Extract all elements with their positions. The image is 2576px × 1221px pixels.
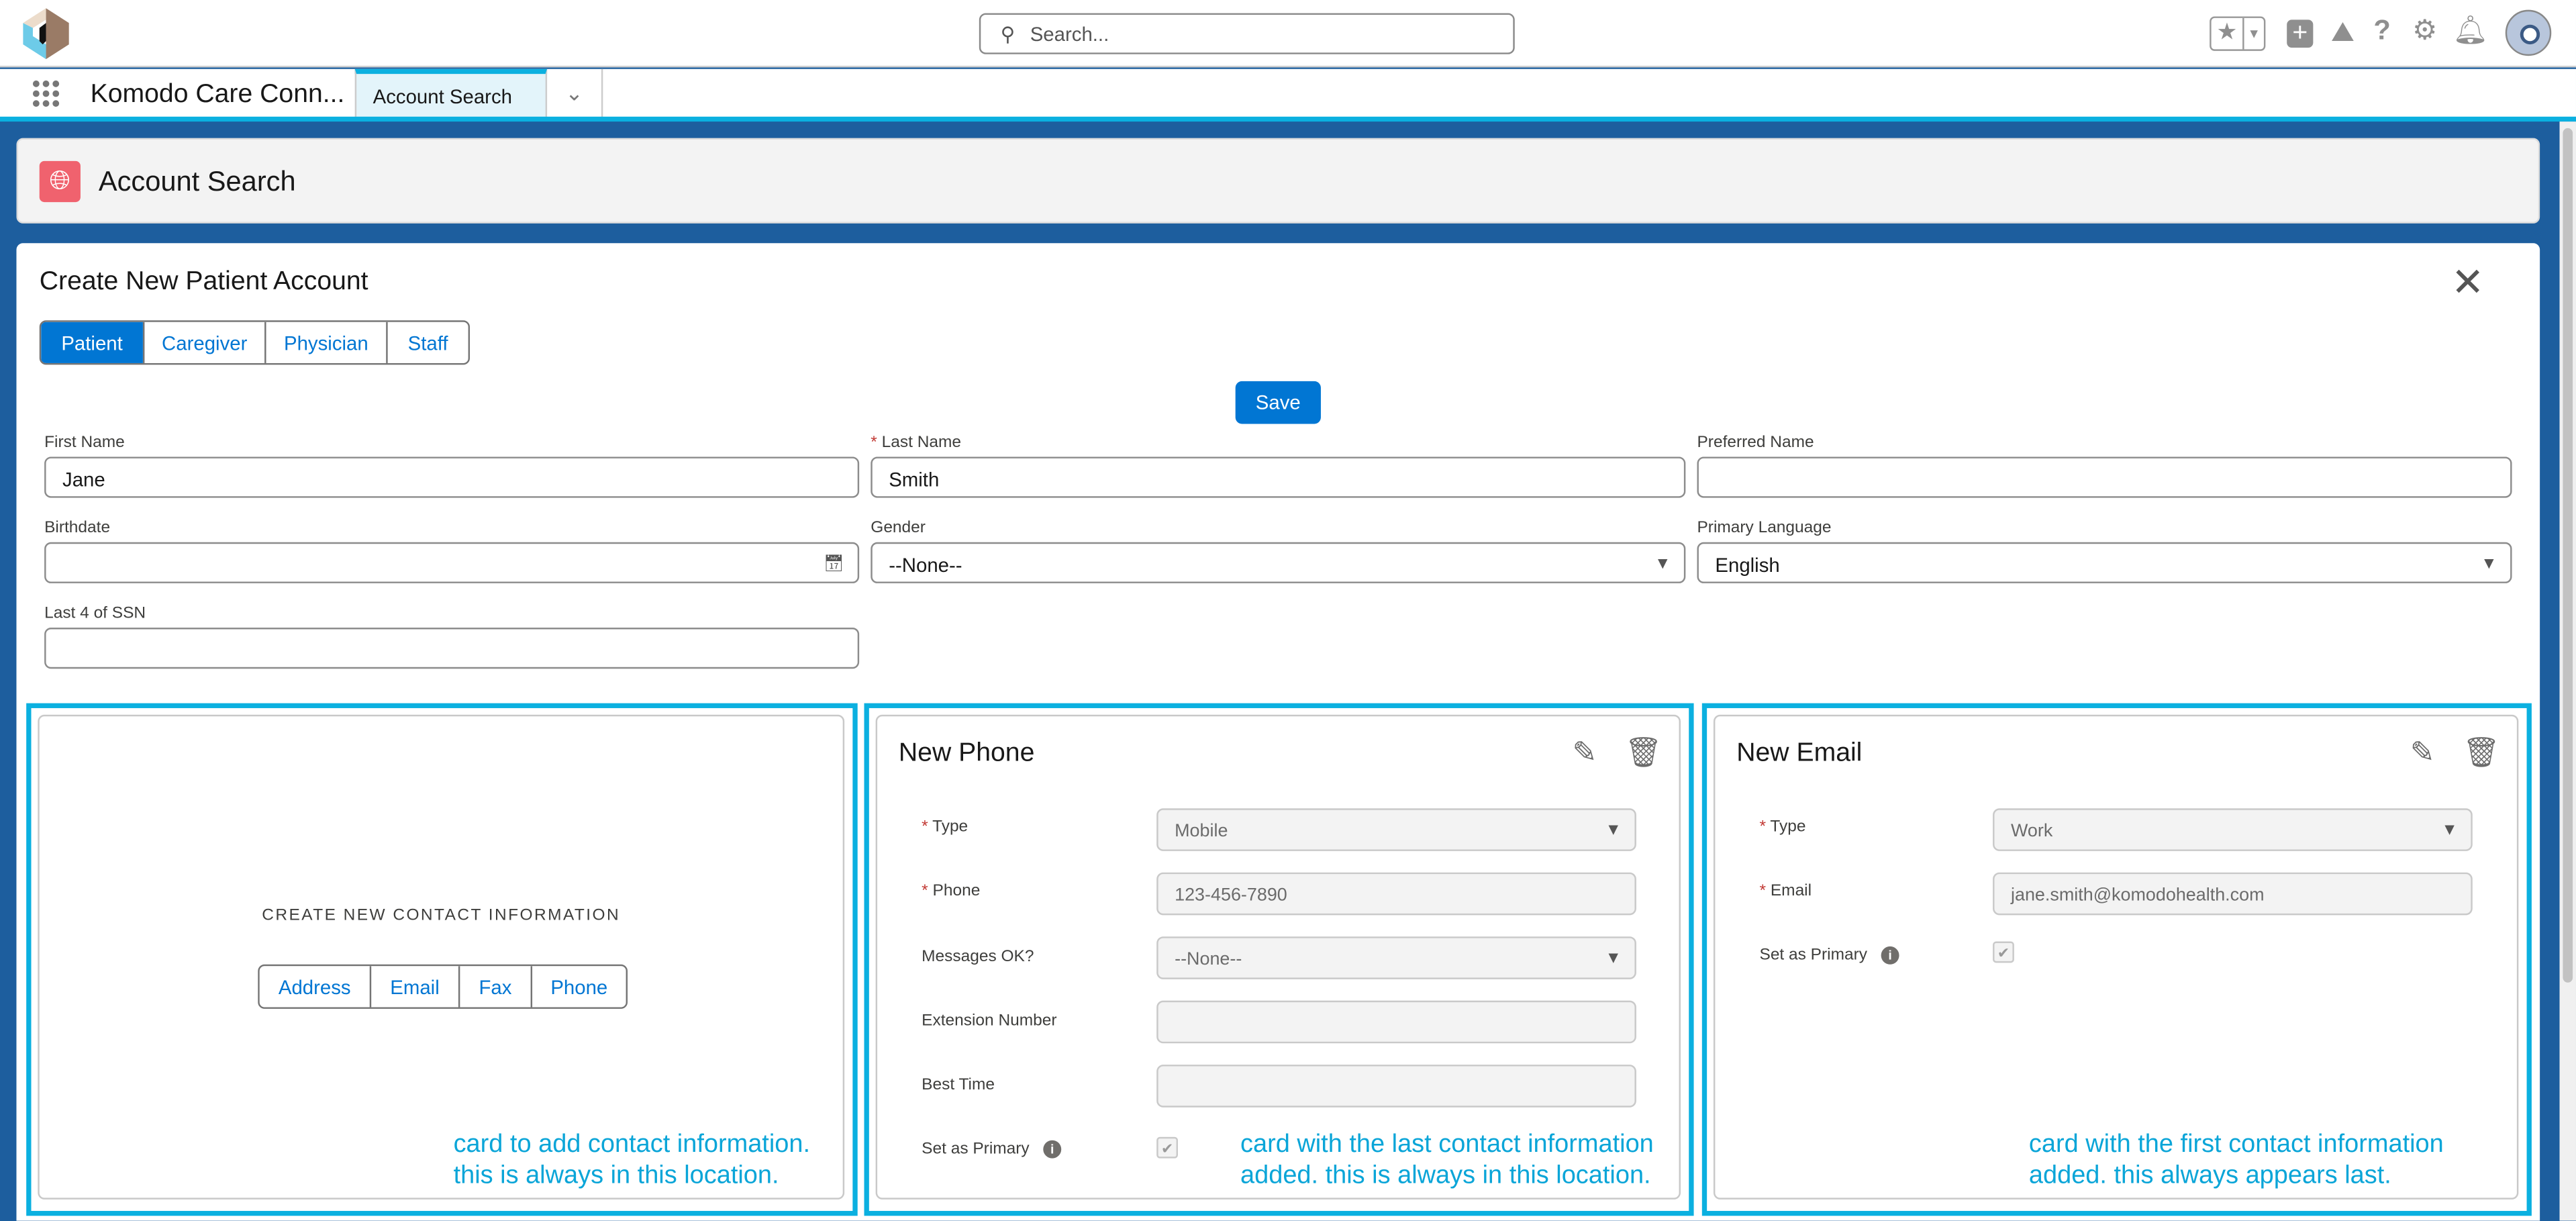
page-header: [16, 138, 2540, 224]
add-phone-button[interactable]: Phone: [530, 966, 626, 1008]
caret-down-icon: ▼: [2247, 26, 2261, 42]
star-icon: ★: [2212, 17, 2244, 50]
email-label: * Email: [1759, 882, 1812, 901]
global-search-input[interactable]: ⚲ Search...: [979, 13, 1515, 54]
trailhead-icon[interactable]: ⛰: [2328, 16, 2357, 49]
form-title: Create New Patient Account: [39, 267, 368, 296]
record-type-patient[interactable]: Patient: [41, 322, 143, 363]
email-primary-checkbox[interactable]: ✔: [1993, 941, 2014, 963]
delete-trash-icon[interactable]: 🗑︎: [2463, 736, 2500, 771]
help-icon[interactable]: ?: [2371, 15, 2393, 48]
create-contact-heading: CREATE NEW CONTACT INFORMATION: [262, 907, 621, 926]
favorites-button[interactable]: ★ ▼: [2210, 16, 2266, 51]
delete-trash-icon[interactable]: 🗑︎: [1625, 736, 1663, 771]
phone-primary-label: Set as Primary: [922, 1140, 1030, 1159]
preferred-name-label: Preferred Name: [1697, 434, 1814, 452]
nav-more-chevron-down-icon[interactable]: ⌄: [547, 68, 603, 119]
app-name: Komodo Care Conn...: [90, 80, 345, 109]
calendar-icon[interactable]: 📅︎: [824, 555, 844, 573]
save-button[interactable]: Save: [1235, 381, 1321, 424]
annotation-note: card to add contact information. this is …: [453, 1130, 811, 1190]
record-type-staff[interactable]: Staff: [386, 322, 468, 363]
avatar[interactable]: [2505, 9, 2552, 56]
extension-input[interactable]: [1156, 1000, 1636, 1044]
caret-down-icon: ▼: [1605, 949, 1622, 968]
ssn-label: Last 4 of SSN: [44, 604, 146, 623]
phone-type-select[interactable]: Mobile ▼: [1156, 808, 1636, 851]
annotation-note: card with the last contact information ad…: [1240, 1130, 1654, 1190]
tab-account-search[interactable]: Account Search: [354, 68, 548, 119]
record-type-caregiver[interactable]: Caregiver: [142, 322, 265, 363]
close-icon[interactable]: ✕: [2451, 260, 2484, 307]
page-scrollbar[interactable]: [2559, 121, 2576, 1221]
phone-input[interactable]: 123-456-7890: [1156, 872, 1636, 916]
komodo-logo[interactable]: [23, 8, 69, 60]
record-type-group: Patient Caregiver Physician Staff: [39, 320, 470, 365]
phone-type-label: * Type: [922, 818, 969, 836]
birthdate-label: Birthdate: [44, 519, 111, 538]
last-name-input[interactable]: Smith: [871, 456, 1686, 498]
add-email-button[interactable]: Email: [369, 966, 458, 1008]
phone-primary-checkbox[interactable]: ✔: [1156, 1136, 1179, 1159]
first-name-label: First Name: [44, 434, 125, 452]
caret-down-icon: ▼: [2441, 821, 2458, 840]
nav-accent-bar: [0, 116, 2576, 122]
email-type-select[interactable]: Work ▼: [1993, 808, 2473, 851]
email-input[interactable]: jane.smith@komodohealth.com: [1993, 872, 2473, 916]
info-icon[interactable]: i: [1881, 946, 1899, 965]
first-name-input[interactable]: Jane: [44, 456, 860, 498]
annotation-note: card with the first contact information a…: [2028, 1130, 2444, 1190]
add-address-button[interactable]: Address: [259, 966, 370, 1008]
messages-ok-label: Messages OK?: [922, 948, 1034, 967]
email-type-label: * Type: [1759, 818, 1806, 836]
info-icon[interactable]: i: [1043, 1140, 1062, 1159]
birthdate-input[interactable]: 📅︎: [44, 542, 860, 583]
edit-pencil-icon[interactable]: ✎: [2410, 736, 2435, 771]
best-time-input[interactable]: [1156, 1065, 1636, 1108]
ssn-input[interactable]: [44, 628, 860, 669]
page-title: Account Search: [98, 166, 296, 197]
add-icon[interactable]: +: [2287, 19, 2314, 48]
create-contact-card: [38, 714, 845, 1200]
caret-down-icon: ▼: [2481, 555, 2497, 574]
edit-pencil-icon[interactable]: ✎: [1572, 736, 1597, 771]
search-icon: ⚲: [1000, 23, 1015, 46]
phone-label: * Phone: [922, 882, 981, 901]
notifications-bell-icon[interactable]: 🔔︎: [2453, 15, 2488, 48]
email-card-title: New Email: [1736, 739, 1863, 768]
extension-label: Extension Number: [922, 1012, 1057, 1030]
caret-down-icon: ▼: [1654, 555, 1671, 574]
primary-language-select[interactable]: English ▼: [1697, 542, 2512, 583]
last-name-label: * Last Name: [871, 434, 962, 452]
primary-language-label: Primary Language: [1697, 519, 1832, 538]
email-primary-label: Set as Primary: [1759, 946, 1868, 965]
caret-down-icon: ▼: [1605, 821, 1622, 840]
contact-type-group: Address Email Fax Phone: [258, 964, 628, 1009]
add-fax-button[interactable]: Fax: [458, 966, 531, 1008]
messages-ok-select[interactable]: --None-- ▼: [1156, 936, 1636, 979]
gender-select[interactable]: --None-- ▼: [871, 542, 1686, 583]
gender-label: Gender: [871, 519, 926, 538]
record-type-physician[interactable]: Physician: [264, 322, 387, 363]
app-launcher-icon[interactable]: [32, 79, 61, 108]
phone-card-title: New Phone: [898, 739, 1035, 768]
preferred-name-input[interactable]: [1697, 456, 2512, 498]
setup-gear-icon[interactable]: ⚙: [2410, 15, 2440, 48]
best-time-label: Best Time: [922, 1076, 995, 1095]
globe-icon: 🌐︎: [39, 160, 81, 203]
